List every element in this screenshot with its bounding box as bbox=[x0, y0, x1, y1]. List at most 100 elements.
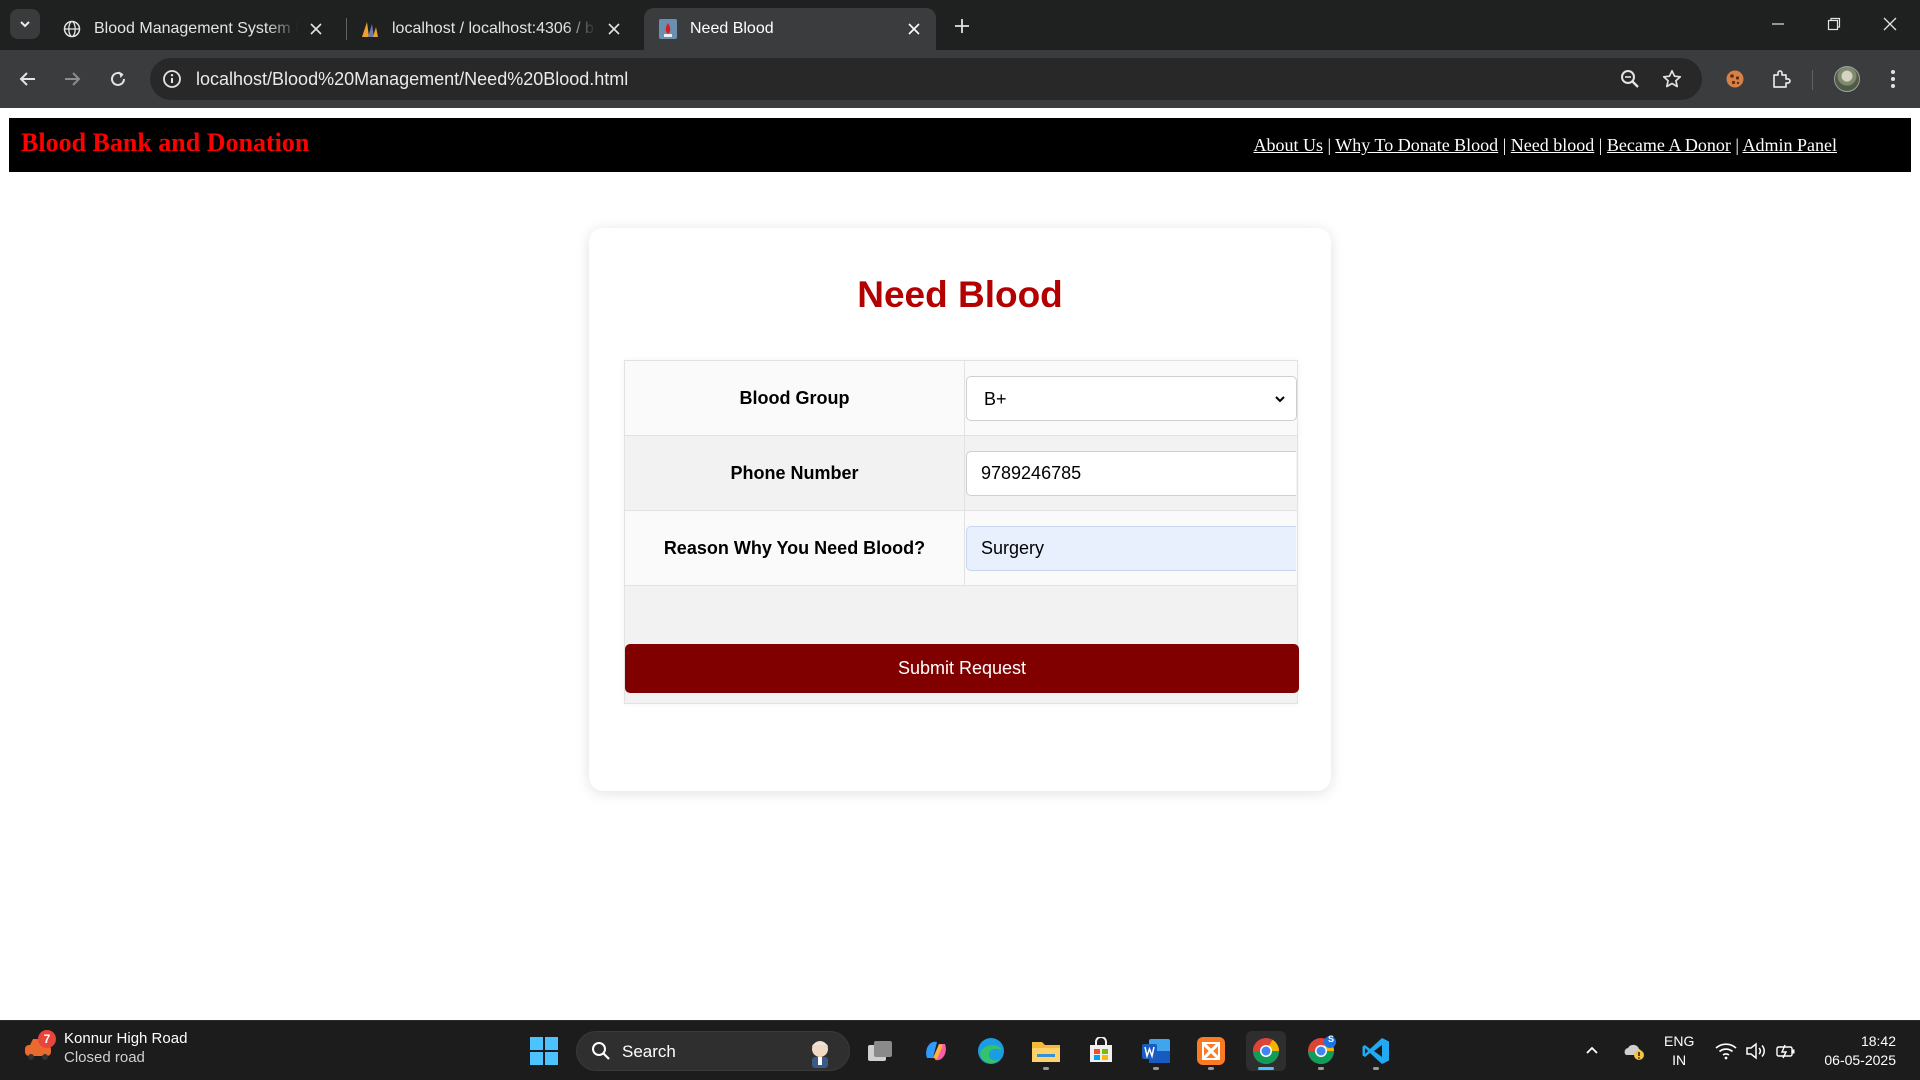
clock-date: 06-05-2025 bbox=[1824, 1052, 1896, 1068]
globe-icon bbox=[62, 19, 82, 39]
nav-separator: | bbox=[1735, 135, 1739, 155]
tab-search-button[interactable] bbox=[10, 9, 40, 39]
nav-link-become-donor[interactable]: Became A Donor bbox=[1607, 135, 1731, 155]
copilot-icon bbox=[926, 1041, 946, 1061]
taskbar-chrome-profile[interactable]: S bbox=[1301, 1031, 1341, 1071]
reload-icon bbox=[111, 71, 125, 86]
browser-toolbar: localhost/Blood%20Management/Need%20Bloo… bbox=[0, 50, 1920, 108]
phone-number-input[interactable]: 9789246785 bbox=[966, 450, 1296, 496]
language-primary: ENG bbox=[1664, 1033, 1695, 1049]
reason-cell: Surgery bbox=[964, 510, 1298, 586]
taskbar-xampp[interactable] bbox=[1191, 1031, 1231, 1071]
submit-cell: Submit Request bbox=[624, 585, 1299, 704]
site-info-icon[interactable] bbox=[160, 67, 184, 91]
running-indicator bbox=[1043, 1067, 1049, 1070]
taskbar-store[interactable] bbox=[1081, 1031, 1121, 1071]
form-row-blood-group: Blood Group B+ bbox=[624, 360, 1298, 436]
taskbar-file-explorer[interactable] bbox=[1026, 1031, 1066, 1071]
wifi-icon[interactable] bbox=[1714, 1039, 1738, 1063]
new-tab-button[interactable] bbox=[948, 12, 976, 40]
search-icon bbox=[592, 1042, 610, 1060]
browser-menu-button[interactable] bbox=[1878, 64, 1908, 94]
close-icon[interactable] bbox=[306, 19, 326, 39]
folder-icon bbox=[1032, 1042, 1060, 1062]
weather-subtitle: Closed road bbox=[64, 1049, 145, 1066]
language-indicator[interactable]: ENG IN bbox=[1664, 1032, 1694, 1070]
taskbar-word[interactable] bbox=[1136, 1031, 1176, 1071]
task-view-icon bbox=[868, 1041, 892, 1061]
submit-request-button[interactable]: Submit Request bbox=[625, 644, 1299, 693]
phone-cell: 9789246785 bbox=[964, 435, 1298, 511]
form-row-reason: Reason Why You Need Blood? Surgery bbox=[624, 510, 1298, 586]
tab-title: localhost / localhost:4306 / blood bbox=[392, 20, 596, 37]
arrow-left-icon bbox=[19, 72, 35, 86]
onedrive-warning-icon[interactable] bbox=[1622, 1039, 1646, 1063]
nav-separator: | bbox=[1327, 135, 1332, 155]
tab-need-blood[interactable]: Need Blood bbox=[644, 8, 936, 50]
profile-avatar[interactable] bbox=[1832, 64, 1862, 94]
zoom-icon[interactable] bbox=[1618, 67, 1642, 91]
nav-link-need-blood[interactable]: Need blood bbox=[1511, 135, 1594, 155]
extensions-puzzle-icon[interactable] bbox=[1766, 64, 1796, 94]
taskbar-edge[interactable] bbox=[971, 1031, 1011, 1071]
running-indicator bbox=[1373, 1067, 1379, 1070]
arrow-right-icon bbox=[65, 72, 81, 86]
chevron-down-icon bbox=[1272, 391, 1288, 407]
address-bar[interactable]: localhost/Blood%20Management/Need%20Bloo… bbox=[150, 58, 1702, 100]
extension-cookie-icon[interactable] bbox=[1720, 64, 1750, 94]
nav-link-admin-panel[interactable]: Admin Panel bbox=[1743, 135, 1838, 155]
reason-input[interactable]: Surgery bbox=[966, 525, 1296, 571]
tab-blood-management[interactable]: Blood Management System PHP bbox=[48, 8, 338, 50]
battery-icon[interactable] bbox=[1774, 1039, 1798, 1063]
system-clock[interactable]: 18:42 06-05-2025 bbox=[1812, 1032, 1896, 1070]
restore-button[interactable] bbox=[1806, 0, 1862, 48]
tab-phpmyadmin[interactable]: localhost / localhost:4306 / blood bbox=[346, 8, 636, 50]
close-icon[interactable] bbox=[904, 19, 924, 39]
active-indicator bbox=[1258, 1067, 1274, 1070]
close-window-button[interactable] bbox=[1862, 0, 1918, 48]
forward-button[interactable] bbox=[56, 63, 88, 95]
site-nav: About Us | Why To Donate Blood | Need bl… bbox=[1253, 135, 1837, 156]
blood-group-select[interactable]: B+ bbox=[966, 375, 1297, 421]
tray-overflow-icon[interactable] bbox=[1580, 1039, 1604, 1063]
blood-group-selected-value: B+ bbox=[984, 388, 1007, 409]
browser-tabstrip: Blood Management System PHP localhost / … bbox=[0, 0, 1920, 50]
reason-label: Reason Why You Need Blood? bbox=[624, 510, 965, 586]
start-button[interactable] bbox=[524, 1031, 564, 1071]
xampp-icon bbox=[1197, 1037, 1225, 1065]
avatar bbox=[1834, 66, 1860, 92]
chevron-down-icon bbox=[20, 21, 30, 28]
weather-text: Konnur High Road Closed road bbox=[64, 1029, 187, 1067]
nav-link-why-donate[interactable]: Why To Donate Blood bbox=[1335, 135, 1498, 155]
plus-icon bbox=[955, 19, 969, 33]
page-favicon-icon bbox=[658, 19, 678, 39]
running-indicator bbox=[1318, 1067, 1324, 1070]
volume-icon[interactable] bbox=[1744, 1039, 1768, 1063]
store-icon bbox=[1090, 1037, 1112, 1062]
bookmark-star-icon[interactable] bbox=[1660, 67, 1684, 91]
running-indicator bbox=[1153, 1067, 1159, 1070]
back-button[interactable] bbox=[12, 63, 44, 95]
vscode-icon bbox=[1362, 1038, 1389, 1064]
page-title: Need Blood bbox=[857, 274, 1063, 315]
weather-widget[interactable]: 7 Konnur High Road Closed road bbox=[22, 1029, 187, 1067]
weather-badge: 7 bbox=[38, 1030, 56, 1048]
edge-icon bbox=[978, 1038, 1004, 1064]
weather-title: Konnur High Road bbox=[64, 1030, 188, 1047]
minimize-button[interactable] bbox=[1750, 0, 1806, 48]
need-blood-card: Need Blood Blood Group B+ Phone Number 9… bbox=[589, 228, 1331, 791]
task-view-button[interactable] bbox=[860, 1031, 900, 1071]
close-icon[interactable] bbox=[604, 19, 624, 39]
blood-group-label: Blood Group bbox=[624, 360, 965, 436]
taskbar-search[interactable]: Search bbox=[576, 1031, 850, 1071]
minimize-icon bbox=[1772, 23, 1784, 25]
blood-group-cell: B+ bbox=[964, 360, 1298, 436]
taskbar-chrome[interactable] bbox=[1246, 1031, 1286, 1071]
site-brand: Blood Bank and Donation bbox=[21, 128, 310, 157]
taskbar-vscode[interactable] bbox=[1356, 1031, 1396, 1071]
reload-button[interactable] bbox=[102, 63, 134, 95]
chrome-profile-badge: S bbox=[1328, 1034, 1335, 1044]
taskbar-copilot[interactable] bbox=[916, 1031, 956, 1071]
toolbar-divider bbox=[1812, 70, 1813, 90]
nav-link-about-us[interactable]: About Us bbox=[1253, 135, 1323, 155]
